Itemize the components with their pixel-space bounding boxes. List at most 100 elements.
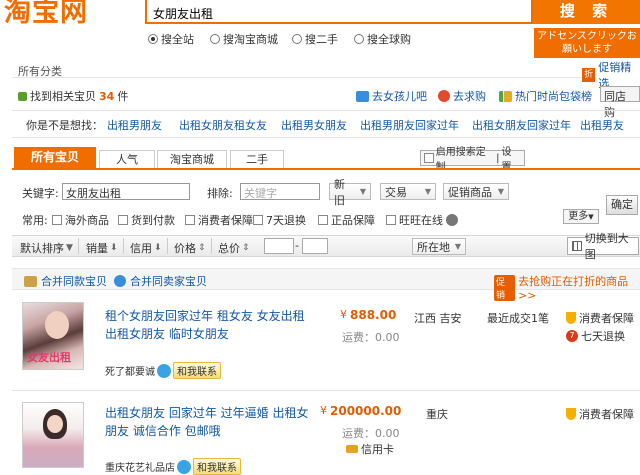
scope-radio-mall[interactable]: 搜淘宝商城 — [210, 31, 278, 47]
option-7day-return[interactable]: 7天退换 — [253, 212, 306, 228]
grid-icon — [572, 241, 582, 251]
item-divider — [12, 390, 640, 391]
leaf-icon — [18, 91, 27, 101]
tab-taobao-mall[interactable]: 淘宝商城 — [157, 150, 227, 168]
sort-price[interactable]: 价格 ⇕ — [174, 240, 206, 256]
exclude-input[interactable]: 关键字 — [240, 183, 320, 200]
radio-icon — [210, 34, 220, 44]
scope-radio-secondhand[interactable]: 搜二手 — [292, 31, 338, 47]
checkbox-icon — [424, 153, 434, 163]
keyword-input[interactable]: 女朋友出租 — [62, 183, 190, 200]
more-options-button[interactable]: 更多▼ — [563, 209, 599, 224]
wangwang-icon[interactable] — [157, 363, 171, 378]
radio-icon — [292, 34, 302, 44]
suggestion-link[interactable]: 出租男友 — [580, 117, 624, 133]
search-button[interactable]: 搜 索 — [533, 0, 640, 24]
suggestion-link[interactable]: 出租男朋友回家过年 — [360, 117, 459, 133]
wangwang-icon — [446, 214, 458, 226]
keyword-label: 关键字: — [22, 187, 59, 200]
sort-arrows-icon: ⇕ — [198, 243, 206, 253]
sort-sales[interactable]: 销量 ⬇ — [86, 240, 118, 256]
location-select[interactable]: 所在地 ▼ — [412, 238, 466, 255]
suggestion-link[interactable]: 出租女朋友回家过年 — [472, 117, 571, 133]
stack-icon — [24, 275, 37, 287]
sort-credit[interactable]: 信用 ⬇ — [130, 240, 162, 256]
credit-card-icon — [346, 445, 358, 453]
seller-contact: 重庆花艺礼品店 和我联系 — [105, 458, 241, 475]
contact-me-button[interactable]: 和我联系 — [193, 458, 241, 475]
people-icon — [114, 275, 126, 287]
credit-card-badge: 信用卡 — [346, 441, 394, 457]
item-price: ¥200000.00 — [320, 404, 402, 418]
suggestion-link[interactable]: 出租女朋友租女友 — [179, 117, 267, 133]
chevron-down-icon: ▼ — [454, 242, 461, 251]
item-location: 重庆 — [426, 408, 448, 421]
separator — [167, 238, 168, 254]
want-to-buy-link[interactable]: 去求购 — [438, 88, 486, 104]
tab-popularity[interactable]: 人气 — [99, 150, 155, 168]
item-price: ¥888.00 — [340, 308, 397, 322]
arrow-down-icon: ⬇ — [110, 243, 118, 253]
search-input[interactable]: 女朋友出租 — [145, 0, 533, 24]
girls-forum-link[interactable]: 去女孩儿吧 — [356, 88, 427, 104]
option-overseas[interactable]: 海外商品 — [52, 212, 109, 228]
radio-icon — [148, 34, 158, 44]
wangwang-icon[interactable] — [177, 459, 191, 474]
item-title-link[interactable]: 出租女朋友 回家过年 过年逼婚 出租女 朋友 诚信合作 包邮哦 — [105, 404, 310, 440]
tab-all-items[interactable]: 所有宝贝 — [14, 147, 96, 168]
chevron-down-icon: ▼ — [66, 243, 73, 253]
suggestion-link[interactable]: 出租男朋友 — [107, 117, 162, 133]
common-label: 常用: — [22, 214, 48, 227]
condition-select[interactable]: 新旧 ▼ — [329, 178, 371, 207]
tab-secondhand[interactable]: 二手 — [230, 150, 284, 168]
option-wangwang-online[interactable]: 旺旺在线 — [386, 212, 458, 228]
custom-search-toggle[interactable]: 启用搜索定制|设置 — [420, 147, 525, 173]
hot-bags-link[interactable]: 热门时尚包袋榜 — [499, 88, 592, 104]
item-thumbnail[interactable] — [22, 402, 84, 468]
shipping-fee: 运费：0.00 — [342, 331, 400, 344]
scope-radio-global[interactable]: 搜全球购 — [354, 31, 411, 47]
seller-name-link[interactable]: 死了都要诚 — [105, 363, 155, 378]
checkbox-icon — [52, 215, 62, 225]
separator — [123, 238, 124, 254]
price-min-input[interactable] — [264, 238, 294, 254]
sort-default[interactable]: 默认排序 ▼ — [20, 240, 73, 256]
same-store-dropdown[interactable]: 同店购 — [600, 86, 640, 119]
suggestion-link[interactable]: 出租男女朋友 — [281, 117, 347, 133]
guarantee-7day[interactable]: 7 七天退换 — [566, 328, 625, 344]
guarantee-consumer[interactable]: 消费者保障 — [566, 406, 634, 422]
shield-icon — [566, 408, 576, 420]
merge-same-items-link[interactable]: 合并同款宝贝 — [24, 273, 107, 289]
radio-icon — [354, 34, 364, 44]
breadcrumb-all-categories[interactable]: 所有分类 — [18, 63, 62, 79]
exclude-label: 排除: — [207, 187, 233, 200]
bar-chart-icon — [499, 90, 512, 102]
trade-select[interactable]: 交易 ▼ — [380, 183, 436, 200]
discount-promo-link[interactable]: 促销 去抢购正在打折的商品>> — [494, 273, 640, 302]
confirm-button[interactable]: 确定 — [606, 195, 638, 215]
sort-total-price[interactable]: 总价 ⇕ — [218, 240, 250, 256]
breadcrumb-bar — [12, 60, 582, 78]
item-thumbnail[interactable]: 女友出租 — [22, 302, 84, 370]
guarantee-consumer[interactable]: 消费者保障 — [566, 310, 634, 326]
shield-icon — [566, 312, 576, 324]
option-cod[interactable]: 货到付款 — [118, 212, 175, 228]
ad-banner[interactable]: アドセンスクリックお願いします — [534, 28, 640, 58]
price-max-input[interactable] — [302, 238, 328, 254]
promo-select[interactable]: 促销商品 ▼ — [443, 183, 509, 200]
shipping-fee: 运费：0.00 — [342, 427, 400, 440]
scope-radio-all[interactable]: 搜全站 — [148, 31, 194, 47]
contact-me-button[interactable]: 和我联系 — [173, 362, 221, 379]
checkbox-icon — [118, 215, 128, 225]
seller-contact: 死了都要诚 和我联系 — [105, 362, 221, 379]
seller-name-link[interactable]: 重庆花艺礼品店 — [105, 459, 175, 474]
option-consumer-protection[interactable]: 消费者保障 — [185, 212, 253, 228]
option-genuine[interactable]: 正品保障 — [318, 212, 375, 228]
chevron-down-icon: ▼ — [588, 213, 594, 221]
taobao-logo[interactable]: 淘宝网 — [4, 0, 134, 28]
switch-big-image-button[interactable]: 切换到大图 — [567, 232, 639, 261]
item-title-link[interactable]: 租个女朋友回家过年 租女友 女友出租 出租女朋友 临时女朋友 — [105, 307, 305, 343]
merge-same-sellers-link[interactable]: 合并同卖家宝贝 — [114, 273, 207, 289]
chevron-down-icon: ▼ — [424, 187, 431, 196]
chevron-down-icon: ▼ — [497, 187, 504, 196]
